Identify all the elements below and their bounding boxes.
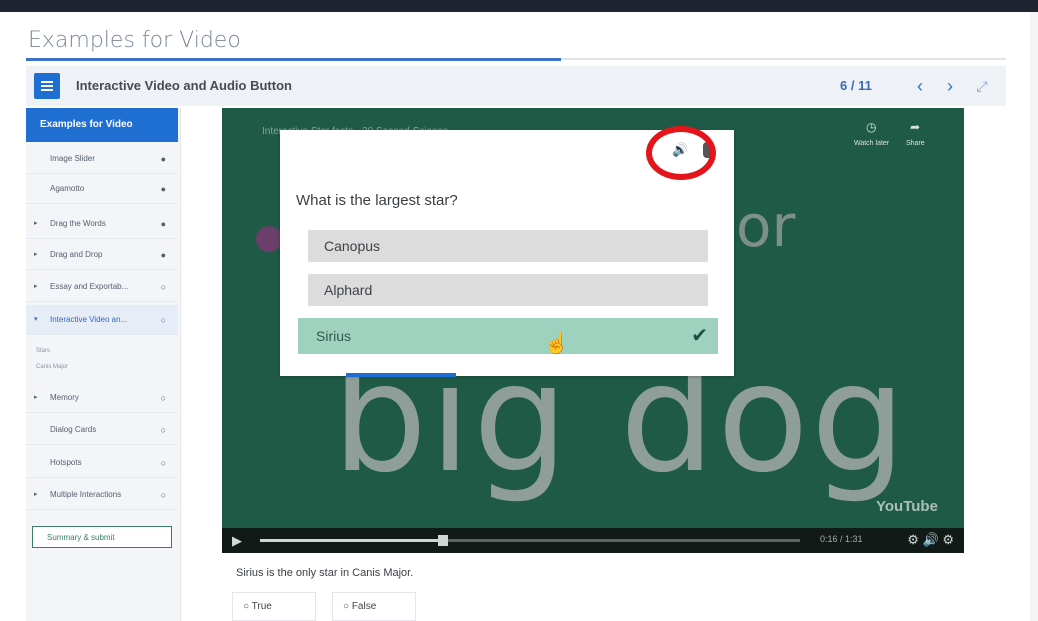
status-icon: ●: [160, 250, 166, 260]
page-scrollbar[interactable]: [1030, 12, 1038, 621]
chevron-right-icon: ▸: [34, 251, 38, 258]
hamburger-line: [41, 89, 53, 91]
channel-avatar: [256, 226, 282, 252]
chevron-right-icon: ▸: [34, 283, 38, 290]
sidebar-item-multiple-interactions[interactable]: ▸ Multiple Interactions ○: [26, 480, 178, 510]
answer-option-alphard[interactable]: Alphard: [308, 274, 708, 306]
sidebar-item-drag-and-drop[interactable]: ▸ Drag and Drop ●: [26, 240, 178, 270]
seek-handle[interactable]: [438, 535, 448, 546]
quiz-question: What is the largest star?: [296, 192, 458, 209]
status-icon: ●: [160, 219, 166, 229]
video-frame-text-top: or: [736, 192, 796, 260]
page-counter: 6 / 11: [840, 78, 872, 93]
content-header: Interactive Video and Audio Button 6 / 1…: [26, 66, 1006, 106]
share-label: Share: [906, 140, 925, 147]
video-controls: ▶ 0:16 / 1:31 ⚙ 🔊 ⚙: [222, 528, 964, 553]
sidebar-item-essay[interactable]: ▸ Essay and Exportab... ○: [26, 272, 178, 302]
sidebar-item-agamotto[interactable]: Agamotto ●: [26, 174, 178, 204]
watch-later-label: Watch later: [854, 140, 890, 147]
progress-bar: [26, 58, 561, 61]
video-top-icons: ◷ ➦ Watch later Share: [848, 120, 938, 150]
share-icon[interactable]: ➦: [910, 120, 920, 134]
play-icon[interactable]: ▶: [232, 533, 242, 549]
content-title: Interactive Video and Audio Button: [76, 78, 292, 93]
top-strip: [0, 0, 1038, 12]
sidebar-item-label: Drag and Drop: [50, 250, 103, 259]
sidebar-item-label: Agamotto: [50, 184, 85, 193]
true-label: True: [251, 601, 272, 612]
status-icon: ○: [160, 282, 166, 292]
page-title: Examples for Video: [28, 28, 241, 53]
sidebar-item-drag-the-words[interactable]: ▸ Drag the Words ●: [26, 209, 178, 239]
youtube-logo[interactable]: YouTube: [876, 498, 938, 515]
menu-button[interactable]: [34, 73, 60, 99]
hamburger-icon: [41, 81, 53, 83]
sidebar: Examples for Video Image Slider ● Agamot…: [26, 108, 181, 621]
hamburger-line: [41, 85, 53, 87]
chevron-right-icon: ▸: [34, 394, 38, 401]
sidebar-item-label: Dialog Cards: [50, 425, 97, 434]
checkmark-icon: ✔: [691, 325, 708, 347]
false-option[interactable]: ○ False: [332, 592, 416, 621]
previous-button[interactable]: ‹: [908, 74, 932, 98]
clock-icon[interactable]: ◷: [866, 120, 876, 134]
answer-option-sirius[interactable]: Sirius ☝ ✔: [298, 318, 718, 355]
hand-cursor-icon: ☝: [544, 333, 569, 355]
sidebar-item-label: Drag the Words: [50, 219, 106, 228]
sidebar-item-label: Image Slider: [50, 154, 95, 163]
status-icon: ○: [160, 490, 166, 500]
sidebar-item-interactive-video[interactable]: ▾ Interactive Video an... ○: [26, 305, 178, 335]
dialog-accent-bar: [346, 373, 456, 377]
sidebar-item-label: Essay and Exportab...: [50, 282, 129, 291]
status-icon: ●: [160, 154, 166, 164]
status-icon: ○: [160, 315, 166, 325]
sidebar-item-label: Interactive Video an...: [50, 315, 128, 324]
sidebar-item-memory[interactable]: ▸ Memory ○: [26, 383, 178, 413]
status-icon: ○: [160, 425, 166, 435]
chevron-right-icon: ▸: [34, 491, 38, 498]
sidebar-item-image-slider[interactable]: Image Slider ●: [26, 144, 178, 174]
false-label: False: [351, 601, 377, 612]
answer-label: Sirius: [316, 328, 352, 344]
sidebar-item-label: Multiple Interactions: [50, 490, 122, 499]
sidebar-item-examples-for-video[interactable]: Examples for Video: [26, 108, 178, 142]
answer-option-canopus[interactable]: Canopus: [308, 230, 708, 262]
sidebar-item-label: Hotspots: [50, 458, 82, 467]
chevron-right-icon: ▸: [34, 220, 38, 227]
status-icon: ○: [160, 458, 166, 468]
sidebar-subitem-canis-major[interactable]: Canis Major: [36, 364, 68, 370]
chevron-down-icon: ▾: [34, 316, 38, 323]
next-button[interactable]: ›: [938, 74, 962, 98]
fullscreen-icon[interactable]: ⤢: [970, 74, 994, 98]
player-settings-icons[interactable]: ⚙ 🔊 ⚙: [907, 532, 954, 548]
sidebar-subitem-stars[interactable]: Stars: [36, 348, 50, 354]
sidebar-item-hotspots[interactable]: Hotspots ○: [26, 448, 178, 478]
seek-bar[interactable]: [260, 539, 800, 542]
status-icon: ●: [160, 184, 166, 194]
status-icon: ○: [160, 393, 166, 403]
seek-bar-progress: [260, 539, 440, 542]
video-time: 0:16 / 1:31: [820, 534, 863, 544]
sidebar-item-dialog-cards[interactable]: Dialog Cards ○: [26, 415, 178, 445]
summary-submit-button[interactable]: Summary & submit: [32, 526, 172, 548]
true-option[interactable]: ○ True: [232, 592, 316, 621]
highlight-ring: [646, 126, 716, 180]
sidebar-item-label: Memory: [50, 393, 79, 402]
question-text: Sirius is the only star in Canis Major.: [236, 567, 414, 579]
